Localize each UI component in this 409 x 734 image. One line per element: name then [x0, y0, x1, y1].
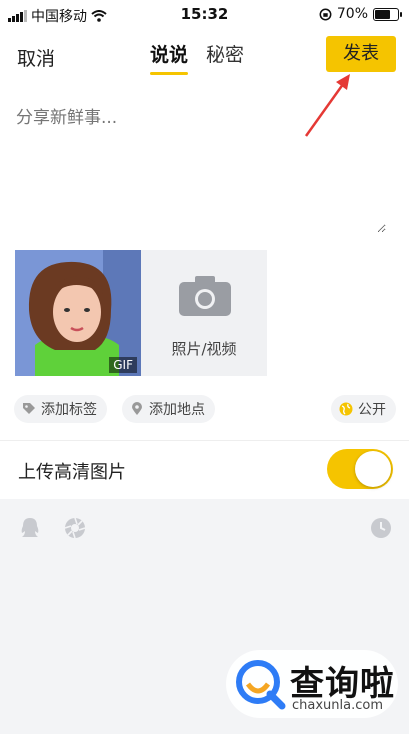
- status-bar: 中国移动 15:32 70%: [0, 0, 409, 30]
- tab-bar: 说说 秘密: [150, 40, 244, 75]
- location-pin-icon: [132, 402, 142, 415]
- toggle-knob: [355, 451, 391, 487]
- clock-icon[interactable]: [370, 517, 392, 539]
- gif-badge: GIF: [109, 357, 137, 373]
- watermark-logo-icon: [236, 660, 286, 710]
- media-row: GIF 照片/视频: [15, 250, 267, 376]
- qq-icon[interactable]: [19, 517, 41, 539]
- battery-fill: [375, 9, 390, 19]
- add-location-button[interactable]: 添加地点: [122, 395, 215, 423]
- battery-percent: 70%: [336, 6, 368, 22]
- add-tag-button[interactable]: 添加标签: [14, 395, 107, 423]
- globe-icon: [339, 402, 353, 416]
- battery-icon: [373, 7, 402, 21]
- aperture-icon[interactable]: [64, 517, 86, 539]
- add-location-label: 添加地点: [149, 402, 205, 418]
- add-photo-video-button[interactable]: 照片/视频: [141, 250, 267, 376]
- publish-button[interactable]: 发表: [326, 36, 396, 72]
- tab-secret[interactable]: 秘密: [206, 40, 244, 75]
- add-tag-label: 添加标签: [41, 402, 97, 418]
- compose-input[interactable]: [16, 103, 386, 233]
- tab-shuoshuo[interactable]: 说说: [150, 40, 189, 75]
- rotation-lock-icon: [319, 8, 332, 20]
- tag-icon: [23, 403, 35, 414]
- visibility-label: 公开: [358, 402, 386, 418]
- add-photo-label: 照片/视频: [171, 340, 237, 358]
- visibility-button[interactable]: 公开: [331, 395, 396, 423]
- watermark-subtitle: chaxunla.com: [292, 698, 383, 713]
- cancel-button[interactable]: 取消: [17, 44, 55, 71]
- photo-thumbnail[interactable]: GIF: [15, 250, 141, 376]
- status-right: 70%: [319, 6, 402, 22]
- watermark: 查询啦 chaxunla.com: [226, 650, 398, 718]
- upload-hd-label: 上传高清图片: [18, 462, 126, 483]
- camera-icon: [179, 276, 231, 316]
- upload-hd-row: 上传高清图片: [0, 441, 409, 499]
- upload-hd-toggle[interactable]: [327, 449, 393, 489]
